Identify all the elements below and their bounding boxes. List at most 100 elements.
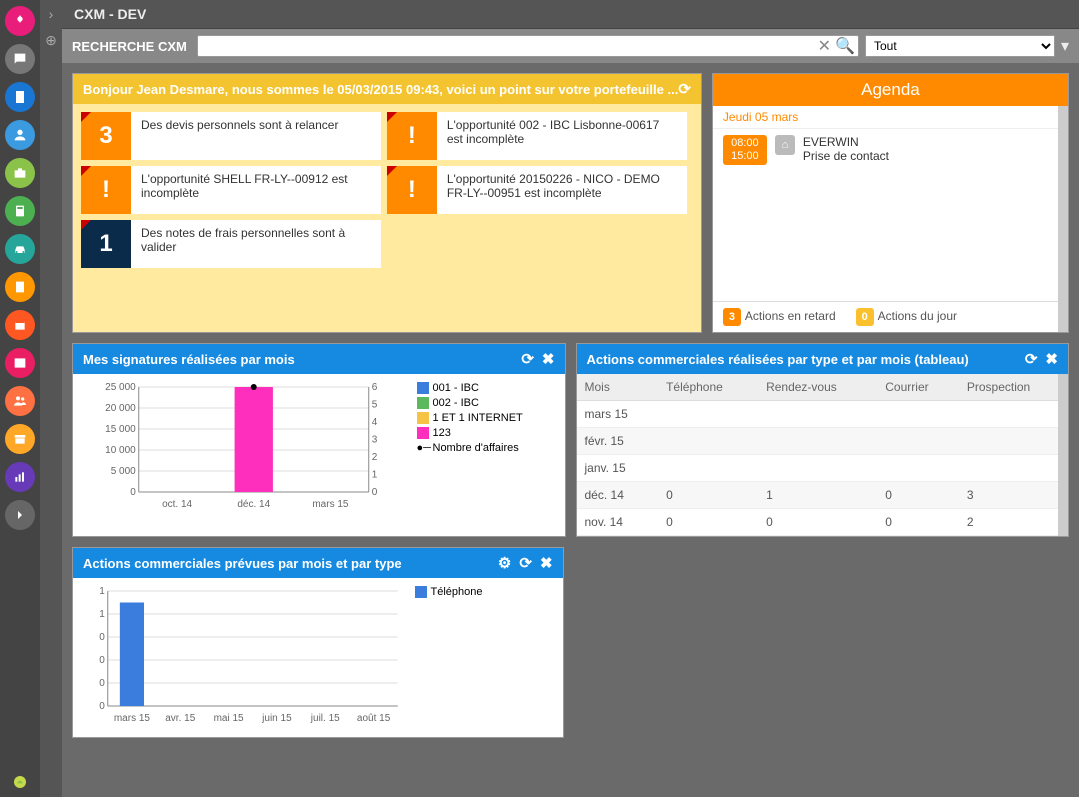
search-bar: RECHERCHE CXM ✕ 🔍 Tout ▾ [62, 29, 1079, 63]
svg-text:mai 15: mai 15 [214, 713, 244, 724]
refresh-icon[interactable]: ⟳ [519, 554, 532, 572]
planned-title: Actions commerciales prévues par mois et… [83, 556, 402, 571]
svg-text:4: 4 [372, 417, 378, 428]
agenda-title: Agenda [723, 80, 1058, 100]
briefcase-icon[interactable] [5, 158, 35, 188]
svg-text:6: 6 [372, 382, 378, 393]
agenda-date: Jeudi 05 mars [713, 106, 1068, 129]
notes-icon[interactable] [5, 272, 35, 302]
svg-text:mars 15: mars 15 [312, 499, 349, 510]
svg-text:0: 0 [130, 487, 136, 498]
table-header[interactable]: Téléphone [658, 374, 758, 401]
chart-icon[interactable] [5, 462, 35, 492]
filter-select[interactable]: Tout [865, 35, 1055, 57]
clear-icon[interactable]: ✕ [818, 36, 831, 56]
table-row[interactable]: févr. 15 [577, 428, 1069, 455]
image-icon[interactable] [5, 348, 35, 378]
add-icon[interactable]: ⊕ [45, 32, 57, 49]
svg-text:oct. 14: oct. 14 [162, 499, 192, 510]
svg-text:1: 1 [99, 609, 105, 620]
funnel-icon[interactable]: ▾ [1061, 36, 1069, 56]
chevron-right-icon[interactable]: › [49, 6, 54, 22]
svg-text:0: 0 [372, 487, 378, 498]
legend-item: 002 - IBC [417, 397, 557, 409]
welcome-title: Bonjour Jean Desmare, nous sommes le 05/… [83, 82, 678, 97]
logo-icon[interactable] [5, 6, 35, 36]
person-icon[interactable] [5, 120, 35, 150]
svg-text:1: 1 [99, 586, 105, 597]
scrollbar[interactable] [1058, 374, 1068, 536]
welcome-panel: Bonjour Jean Desmare, nous sommes le 05/… [72, 73, 702, 333]
svg-text:juin 15: juin 15 [261, 713, 292, 724]
close-icon[interactable]: ✖ [1045, 350, 1058, 368]
app-title: CXM - DEV [74, 6, 146, 22]
scrollbar[interactable] [1058, 106, 1068, 332]
late-actions-count: 3 [723, 308, 741, 326]
calendar-icon[interactable] [5, 310, 35, 340]
agenda-footer: 3 Actions en retard 0 Actions du jour [713, 301, 1068, 332]
table-header[interactable]: Courrier [877, 374, 959, 401]
refresh-icon[interactable]: ⟳ [1025, 350, 1038, 368]
vendor-logo-icon [5, 767, 35, 797]
svg-text:0: 0 [99, 701, 105, 712]
svg-text:0: 0 [99, 678, 105, 689]
svg-text:juil. 15: juil. 15 [310, 713, 340, 724]
svg-text:août 15: août 15 [357, 713, 391, 724]
svg-text:15 000: 15 000 [105, 424, 136, 435]
archive-icon[interactable] [5, 424, 35, 454]
calculator-icon[interactable] [5, 196, 35, 226]
svg-text:5: 5 [372, 400, 378, 411]
svg-text:mars 15: mars 15 [114, 713, 151, 724]
alert-item[interactable]: !L'opportunité 20150226 - NICO - DEMO FR… [387, 166, 687, 214]
signatures-title: Mes signatures réalisées par mois [83, 352, 295, 367]
car-icon[interactable] [5, 234, 35, 264]
close-icon[interactable]: ✖ [542, 350, 555, 368]
legend-item: 001 - IBC [417, 382, 557, 394]
table-header[interactable]: Prospection [959, 374, 1068, 401]
search-input[interactable] [197, 35, 859, 57]
alert-item[interactable]: 3Des devis personnels sont à relancer [81, 112, 381, 160]
sidebar-nav [0, 0, 40, 797]
refresh-icon[interactable]: ⟳ [521, 350, 534, 368]
today-actions-count: 0 [856, 308, 874, 326]
table-row[interactable]: mars 15 [577, 401, 1069, 428]
today-actions-label: Actions du jour [878, 309, 957, 323]
svg-text:3: 3 [372, 435, 378, 446]
svg-text:0: 0 [99, 655, 105, 666]
table-row[interactable]: janv. 15 [577, 455, 1069, 482]
legend-item: 1 ET 1 INTERNET [417, 412, 557, 424]
agenda-panel: Agenda Jeudi 05 mars 08:0015:00⌂EVERWINP… [712, 73, 1069, 333]
table-header[interactable]: Mois [577, 374, 659, 401]
table-header[interactable]: Rendez-vous [758, 374, 877, 401]
svg-text:5 000: 5 000 [111, 466, 136, 477]
title-bar: CXM - DEV [62, 0, 1079, 29]
table-row[interactable]: déc. 140103 [577, 482, 1069, 509]
signatures-panel: Mes signatures réalisées par mois ⟳ ✖ 0 5 … [72, 343, 566, 537]
close-icon[interactable]: ✖ [540, 554, 553, 572]
legend-item: ●─Nombre d'affaires [417, 442, 557, 454]
svg-text:10 000: 10 000 [105, 445, 136, 456]
chat-icon[interactable] [5, 44, 35, 74]
group-icon[interactable] [5, 386, 35, 416]
chevron-right-icon[interactable] [5, 500, 35, 530]
refresh-icon[interactable]: ⟳ [678, 80, 691, 98]
table-row[interactable]: nov. 140002 [577, 509, 1069, 536]
main: CXM - DEV RECHERCHE CXM ✕ 🔍 Tout ▾ Bonjo… [62, 0, 1079, 797]
agenda-item[interactable]: 08:0015:00⌂EVERWINPrise de contact [713, 129, 1068, 171]
legend-item: 123 [417, 427, 557, 439]
svg-text:avr. 15: avr. 15 [165, 713, 195, 724]
alert-item[interactable]: 1Des notes de frais personnelles sont à … [81, 220, 381, 268]
legend-item: Téléphone [415, 586, 555, 598]
planned-panel: Actions commerciales prévues par mois et… [72, 547, 564, 738]
search-icon[interactable]: 🔍 [835, 36, 855, 56]
alert-item[interactable]: !L'opportunité 002 - IBC Lisbonne-00617 … [387, 112, 687, 160]
building-icon[interactable] [5, 82, 35, 112]
search-label: RECHERCHE CXM [72, 39, 187, 54]
alert-item[interactable]: !L'opportunité SHELL FR-LY--00912 est in… [81, 166, 381, 214]
settings-icon[interactable]: ⚙ [498, 554, 511, 572]
home-icon: ⌂ [775, 135, 795, 155]
actions-table-panel: Actions commerciales réalisées par type … [576, 343, 1070, 537]
svg-text:déc. 14: déc. 14 [237, 499, 270, 510]
svg-text:1: 1 [372, 470, 378, 481]
late-actions-label: Actions en retard [745, 309, 836, 323]
